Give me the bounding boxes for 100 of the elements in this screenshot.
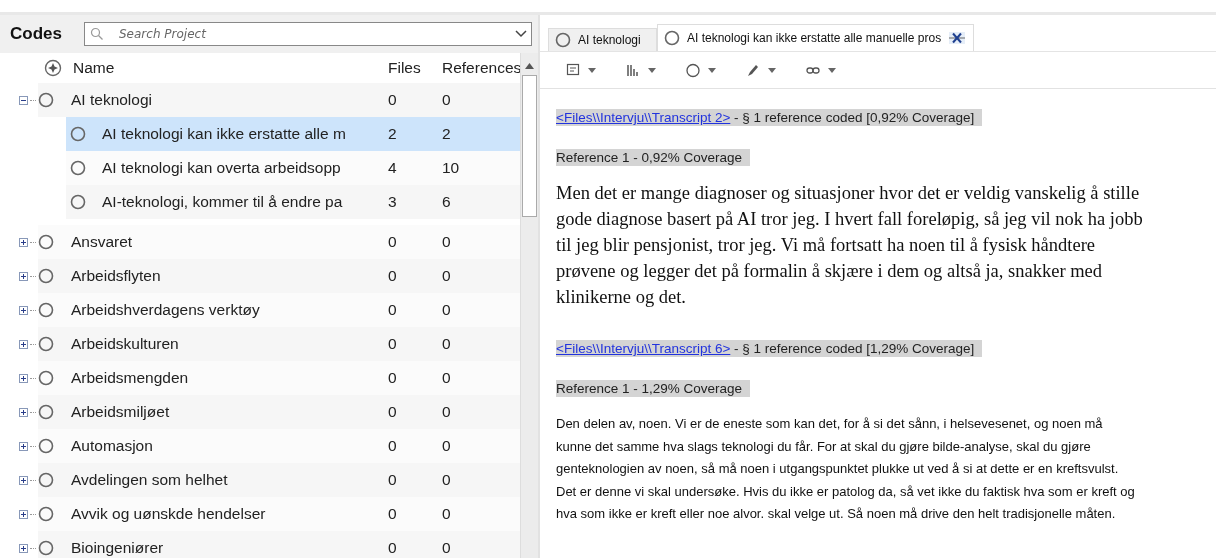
table-cell-text: 0 [442,301,452,319]
code-name: Arbeidshverdagens verktøy [71,301,261,319]
circle-icon [555,32,571,48]
caret-icon [588,67,596,73]
table-cell-text: 0 [388,539,398,557]
table-cell-text: 0 [388,471,398,489]
table-cell-text: 0 [442,267,452,285]
caret-icon [768,67,776,73]
circle-icon [38,268,54,284]
expand-icon [19,475,28,485]
tree-row[interactable]: AI teknologi kan overta arbeidsopp 4 10 [66,151,520,185]
tree-row[interactable]: AI teknologi kan ikke erstatte alle m 2 2 [66,117,520,151]
table-cell-text: 0 [388,233,398,251]
panel-title: Codes [10,24,63,44]
table-cell-text: 0 [442,233,452,251]
table-cell-text: 0 [442,91,452,109]
code-name: Arbeidskulturen [71,335,180,353]
expand-icon [19,305,28,315]
table-cell-text: 0 [442,335,452,353]
code-name: Arbeidsmengden [71,369,190,387]
circle-icon [38,92,54,108]
table-cell-text: 0 [442,437,452,455]
coverage-label: Reference 1 - 0,92% Coverage [556,149,751,166]
expand-icon [19,509,28,519]
caret-icon [708,67,716,73]
circle-icon [38,472,54,488]
table-cell-text: 0 [388,335,398,353]
search-field[interactable]: Search Project [84,22,532,46]
circle-icon [38,302,54,318]
expand-icon [19,407,28,417]
column-header[interactable]: Name [73,59,388,77]
table-cell-text: 0 [442,369,452,387]
close-icon[interactable] [949,32,966,44]
scroll-thumb[interactable] [522,75,537,217]
file-link[interactable]: <Files\\Intervju\\Transcript 6> [556,341,731,356]
table-cell-text: 0 [388,267,398,285]
scroll-up-icon [525,63,534,69]
table-cell-text: 3 [388,193,398,211]
code-name: Bioingeniører [71,539,165,557]
table-cell-text: 10 [442,159,461,177]
transcript-paragraph: Men det er mange diagnoser og situasjoner hvor det er veldig vanskelig å stille gode diagnose basert på AI tror jeg. I hvert fall foreløpig, så jeg vil nok ha jobb til jeg blir pensjonist, tror jeg. Vi må fortsatt ha noen til å fysisk håndtere prøvene og legger det på formalin å skjære i dem og altså ja, snakker med klinikerne og det. [556,182,1144,309]
caret-icon [828,67,836,73]
code-name: Ansvaret [71,233,134,251]
circle-icon [38,540,54,556]
coverage-label: Reference 1 - 1,29% Coverage [556,380,751,397]
code-name: AI-teknologi, kommer til å endre pa [102,193,344,211]
scrollbar[interactable] [520,53,538,558]
expand-icon [19,373,28,383]
table-cell-text: 0 [388,91,398,109]
circle-icon [38,404,54,420]
code-name: AI teknologi [71,91,153,109]
code-name: AI teknologi kan overta arbeidsopp [102,159,342,177]
chevron-down-icon [515,30,527,38]
table-cell-text: 0 [388,403,398,421]
code-name: Arbeidsflyten [71,267,162,285]
circle-icon [38,506,54,522]
highlighter-icon [746,62,760,78]
table-cell-text: 2 [388,125,398,143]
expand-icon [19,339,28,349]
table-cell-text: 0 [442,403,452,421]
table-cell-text: 0 [388,369,398,387]
circle-icon [38,370,54,386]
circle-icon [70,194,86,210]
reference-summary: - § 1 reference coded [1,29% Coverage] [733,341,975,356]
table-cell-text: 0 [388,505,398,523]
tab[interactable]: AI teknologi kan ikke erstatte alle manuelle pros [657,24,975,51]
reference-summary: - § 1 reference coded [0,92% Coverage] [733,110,975,125]
code-name: Avdelingen som helhet [71,471,229,489]
circle-icon [70,160,86,176]
file-link[interactable]: <Files\\Intervju\\Transcript 2> [556,110,731,125]
expand-icon [19,543,28,553]
circle-icon [70,126,86,142]
circle-icon [664,30,680,46]
tab[interactable]: AI teknologi [548,28,657,51]
code-name: AI teknologi kan ikke erstatte alle m [102,125,347,143]
annotation-icon [566,62,580,78]
circle-icon [38,438,54,454]
circle-icon [686,62,700,78]
transcript-paragraph: Den delen av, noen. Vi er de eneste som kan det, for å si det sånn, i helsevesenet, og noen må kunne det samme hva slags teknologi du får. For at skal du gjøre bilde-analyse, skal du gjøre genteknologien av noen, så må noen i utgangspunktet plukke ut ved å si at dette er en kreftsvulst. Det er denne vi skal undersøke. Hvis du ikke er patolog da, så vet ikke du faktisk hva som er kreft og hva som ikke er kreft eller noe alvor. skal velge ut. Så noen må drive den helt tradisjonelle måten. [556,415,1136,523]
code-name: Avvik og uønskde hendelser [71,505,267,523]
collapse-icon [19,95,28,105]
table-cell-text: 2 [442,125,452,143]
table-cell-text: 0 [388,437,398,455]
tree-row[interactable]: AI-teknologi, kommer til å endre pa 3 6 [66,185,520,219]
caret-icon [648,67,656,73]
column-header[interactable]: Files [388,59,442,77]
expand-icon [19,237,28,247]
circle-icon [38,234,54,250]
expand-icon [19,441,28,451]
circle-icon [38,336,54,352]
column-header[interactable]: References [442,59,520,77]
table-cell-text: 0 [442,539,452,557]
coding-stripes-icon [626,62,640,78]
table-cell-text: 4 [388,159,398,177]
table-cell-text: 0 [442,505,452,523]
expand-icon [19,271,28,281]
table-cell-text: 0 [442,471,452,489]
add-icon [44,59,62,77]
code-name: Arbeidsmiljøet [71,403,171,421]
code-name: Automasjon [71,437,154,455]
